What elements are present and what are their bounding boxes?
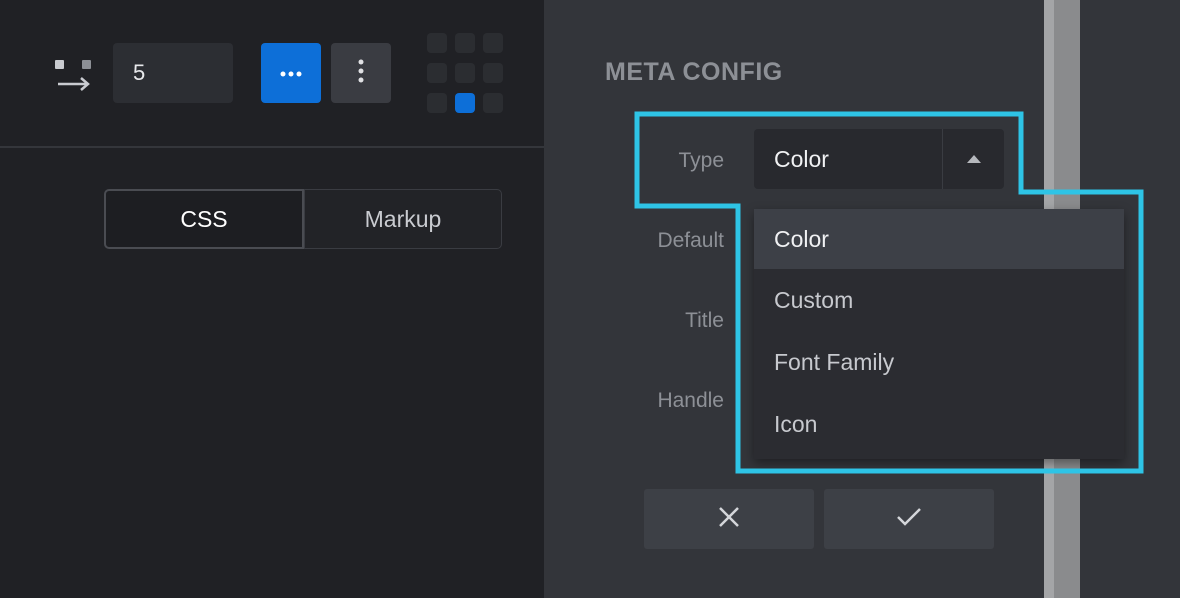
type-dropdown-menu: Color Custom Font Family Icon: [754, 209, 1124, 459]
tab-markup[interactable]: Markup: [304, 189, 502, 249]
type-label: Type: [678, 149, 724, 172]
align-middle-center[interactable]: [455, 63, 475, 83]
caret-up-icon[interactable]: [942, 129, 1004, 189]
more-vertical-button[interactable]: [331, 43, 391, 103]
code-tabs: CSS Markup: [104, 189, 502, 249]
tab-css[interactable]: CSS: [104, 189, 304, 249]
dropdown-option-custom[interactable]: Custom: [754, 269, 1124, 331]
align-middle-left[interactable]: [427, 63, 447, 83]
more-horizontal-button[interactable]: [261, 43, 321, 103]
align-middle-right[interactable]: [483, 63, 503, 83]
align-bottom-right[interactable]: [483, 93, 503, 113]
gap-arrow-icon: [52, 58, 94, 94]
check-icon: [896, 507, 922, 532]
section-title: META CONFIG: [605, 58, 783, 86]
align-bottom-left[interactable]: [427, 93, 447, 113]
confirm-button[interactable]: [824, 489, 994, 549]
type-select[interactable]: Color: [754, 129, 1004, 189]
more-horizontal-icon: [280, 64, 302, 82]
handle-label: Handle: [657, 389, 724, 412]
default-label: Default: [657, 229, 724, 252]
dropdown-option-color[interactable]: Color: [754, 209, 1124, 269]
dropdown-option-font-family[interactable]: Font Family: [754, 331, 1124, 393]
alignment-grid: [427, 33, 505, 115]
gap-count-input[interactable]: 5: [113, 43, 233, 103]
cancel-button[interactable]: [644, 489, 814, 549]
close-icon: [718, 506, 740, 533]
title-label: Title: [685, 309, 724, 332]
editor-left-panel: 5 CSS Markup: [0, 0, 544, 598]
align-top-right[interactable]: [483, 33, 503, 53]
dropdown-option-icon[interactable]: Icon: [754, 393, 1124, 455]
align-bottom-center[interactable]: [455, 93, 475, 113]
more-vertical-icon: [358, 59, 364, 88]
align-top-center[interactable]: [455, 33, 475, 53]
type-select-value: Color: [774, 145, 829, 172]
layout-toolbar: 5: [0, 0, 544, 148]
align-top-left[interactable]: [427, 33, 447, 53]
